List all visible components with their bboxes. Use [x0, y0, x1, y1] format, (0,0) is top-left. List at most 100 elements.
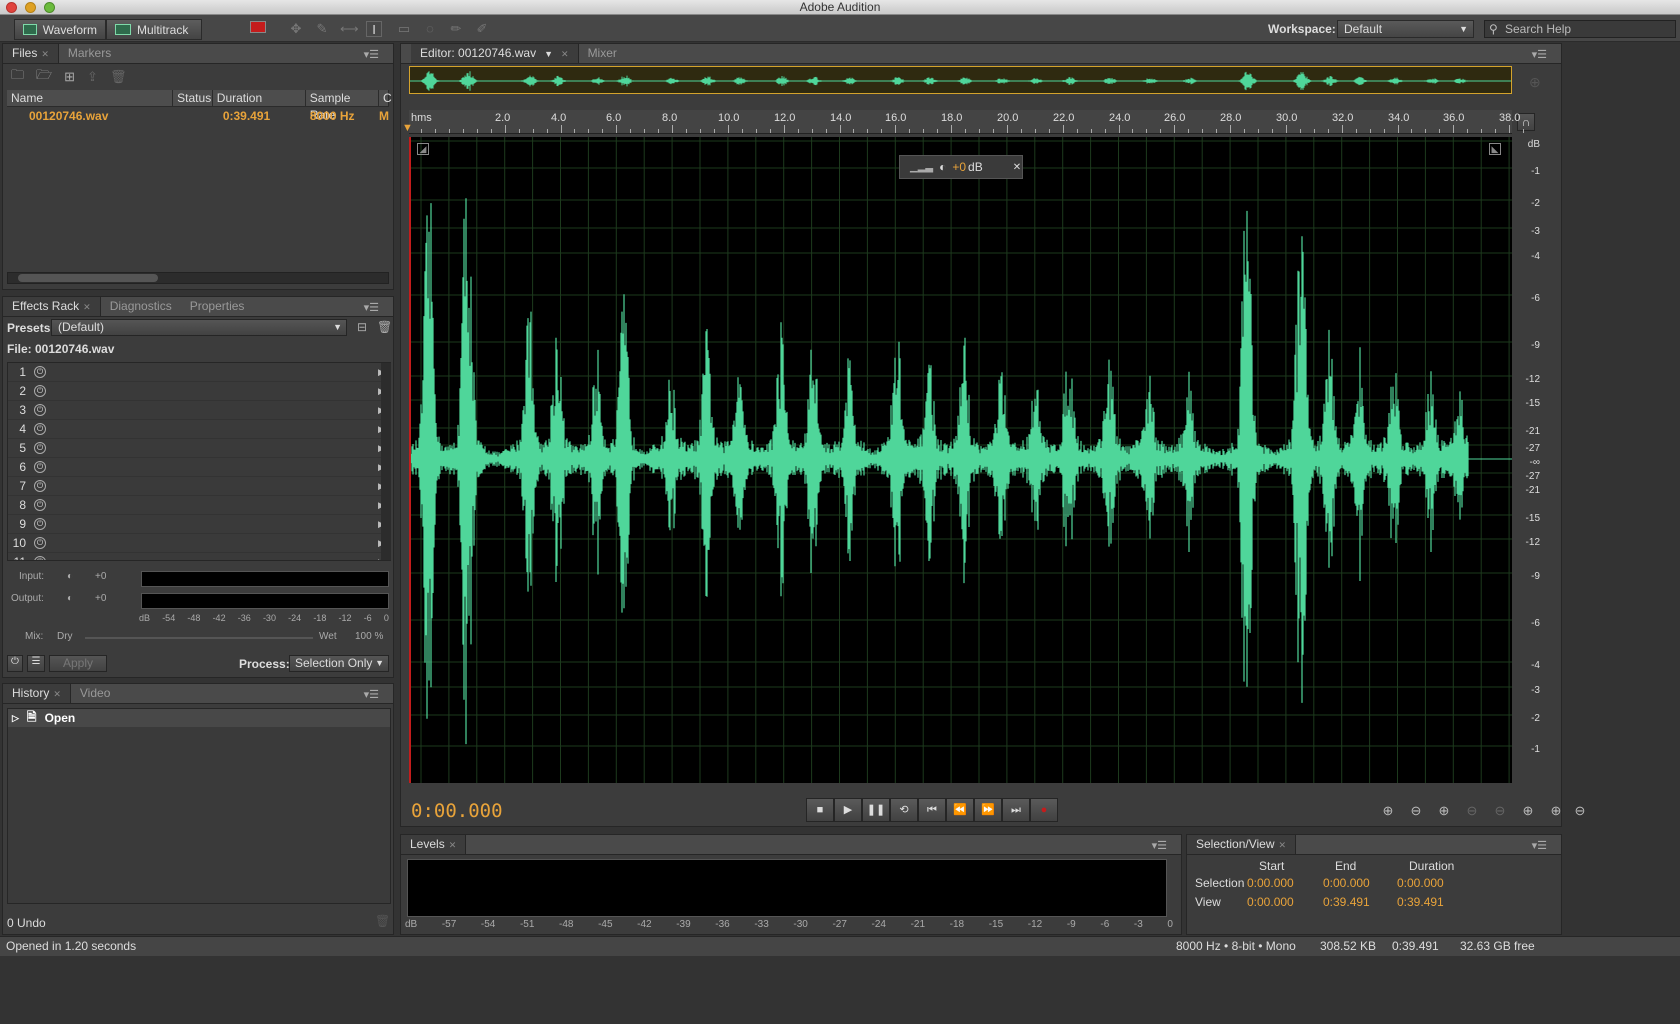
- open-folder-icon[interactable]: 🗀: [11, 66, 24, 88]
- zoom-selection-icon[interactable]: ⊕: [1516, 803, 1540, 819]
- input-gain[interactable]: +0: [95, 571, 106, 582]
- panel-menu-icon[interactable]: ▾☰: [1152, 839, 1167, 852]
- save-preset-icon[interactable]: ⊟: [357, 320, 367, 334]
- power-icon[interactable]: ⏻: [34, 499, 46, 511]
- hud-volume[interactable]: ▁▂▃ ◐ +0 dB ✕: [899, 155, 1023, 179]
- tab-video[interactable]: Video: [71, 684, 119, 703]
- insert-icon[interactable]: ⇪: [87, 69, 98, 85]
- minimize-window-button[interactable]: [25, 2, 36, 13]
- effect-slot[interactable]: 6⏻▶: [8, 458, 390, 477]
- input-knob-icon[interactable]: ◐: [67, 571, 73, 582]
- list-item[interactable]: ▷ 🗎 Open: [8, 709, 390, 727]
- close-window-button[interactable]: [6, 2, 17, 13]
- time-ruler[interactable]: hms 2.0 4.0 6.0 8.0 10.0 12.0 14.0 16.0 18.0 20.0 2…: [409, 110, 1524, 134]
- effect-slot[interactable]: 8⏻▶: [8, 496, 390, 515]
- list-icon[interactable]: ☰: [27, 655, 45, 672]
- tab-properties[interactable]: Properties: [181, 297, 254, 316]
- power-icon[interactable]: ⏻: [34, 461, 46, 473]
- lasso-tool-icon[interactable]: ◌: [422, 21, 438, 37]
- scrollbar-thumb[interactable]: [18, 274, 158, 282]
- effect-slot[interactable]: 4⏻▶: [8, 420, 390, 439]
- brush-tool-icon[interactable]: ✏: [448, 21, 464, 37]
- multitrack-mode-button[interactable]: Multitrack: [106, 19, 202, 40]
- presets-select[interactable]: (Default) ▼: [51, 319, 347, 336]
- zoom-out-point-icon[interactable]: ⊖: [1568, 803, 1592, 819]
- power-icon[interactable]: ⏻: [34, 366, 46, 378]
- fade-in-handle-icon[interactable]: ◢: [417, 143, 429, 155]
- workspace-select[interactable]: Default ▼: [1337, 20, 1474, 38]
- playhead-marker-icon[interactable]: ▼: [402, 122, 414, 134]
- mix-slider[interactable]: [85, 637, 313, 639]
- view-duration[interactable]: 0:39.491: [1397, 895, 1444, 909]
- power-icon[interactable]: ⏻: [34, 537, 46, 549]
- effect-slot[interactable]: 11⏻▶: [8, 553, 390, 560]
- power-icon[interactable]: ⏻: [34, 442, 46, 454]
- trash-icon[interactable]: 🗑: [110, 69, 127, 85]
- pause-button[interactable]: ❚❚: [862, 798, 890, 822]
- marquee-tool-icon[interactable]: ▭: [396, 21, 412, 37]
- trash-icon[interactable]: 🗑: [377, 320, 392, 334]
- new-file-icon[interactable]: ⊞: [64, 69, 75, 85]
- col-sample-rate[interactable]: Sample Rate: [306, 90, 379, 122]
- col-name[interactable]: Name: [7, 90, 174, 106]
- panel-menu-icon[interactable]: ▾☰: [364, 48, 379, 61]
- power-icon[interactable]: ⏻: [34, 423, 46, 435]
- selection-end[interactable]: 0:00.000: [1323, 876, 1370, 890]
- move-tool-icon[interactable]: ✥: [288, 21, 304, 37]
- zoom-in-point-icon[interactable]: ⊕: [1544, 803, 1568, 819]
- col-status[interactable]: Status: [173, 90, 213, 106]
- effect-slot[interactable]: 7⏻▶: [8, 477, 390, 496]
- power-icon[interactable]: ⏻: [34, 556, 46, 560]
- skip-forward-button[interactable]: ⏭: [1002, 798, 1030, 822]
- power-icon[interactable]: ⏻: [34, 385, 46, 397]
- effect-slot[interactable]: 2⏻▶: [8, 382, 390, 401]
- power-icon[interactable]: ⏻: [7, 655, 23, 672]
- tab-effects-rack[interactable]: Effects Rack ✕: [3, 297, 101, 316]
- view-end[interactable]: 0:39.491: [1323, 895, 1370, 909]
- stop-button[interactable]: ■: [806, 798, 834, 822]
- zoom-out-time-icon[interactable]: ⊖: [1460, 803, 1484, 819]
- waveform-display[interactable]: ◢ ◣ ▁▂▃ ◐ +0 dB ✕: [409, 137, 1512, 783]
- selection-duration[interactable]: 0:00.000: [1397, 876, 1444, 890]
- output-gain[interactable]: +0: [95, 593, 106, 604]
- tab-diagnostics[interactable]: Diagnostics: [101, 297, 181, 316]
- col-duration[interactable]: Duration: [213, 90, 306, 106]
- process-select[interactable]: Selection Only ▼: [289, 655, 389, 672]
- tab-files[interactable]: Files ✕: [3, 44, 59, 63]
- loop-button[interactable]: ⟲: [890, 798, 918, 822]
- search-help-input[interactable]: ⚲ Search Help: [1484, 20, 1676, 38]
- apply-button[interactable]: Apply: [49, 655, 107, 672]
- selection-start[interactable]: 0:00.000: [1247, 876, 1294, 890]
- table-row[interactable]: 00120746.wav 0:39.491 8000 Hz M: [7, 107, 389, 125]
- panel-menu-icon[interactable]: ▾☰: [364, 688, 379, 701]
- effect-slot[interactable]: 9⏻▶: [8, 515, 390, 534]
- tab-mixer[interactable]: Mixer: [579, 44, 626, 63]
- current-time[interactable]: 0:00.000: [411, 800, 503, 822]
- panel-menu-icon[interactable]: ▾☰: [364, 301, 379, 314]
- panel-menu-icon[interactable]: ▾☰: [1532, 48, 1547, 61]
- record-button[interactable]: ●: [1030, 798, 1058, 822]
- fast-forward-button[interactable]: ⏩: [974, 798, 1002, 822]
- tab-editor[interactable]: Editor: 00120746.wav ▼ ✕: [411, 44, 579, 63]
- spot-healing-tool-icon[interactable]: ✐: [474, 21, 490, 37]
- effect-slot[interactable]: 1⏻▶: [8, 363, 390, 382]
- output-knob-icon[interactable]: ◐: [67, 593, 73, 604]
- panel-menu-icon[interactable]: ▾☰: [1532, 839, 1547, 852]
- spectral-display-icon[interactable]: [250, 21, 266, 33]
- zoom-selection-icon[interactable]: ⊕: [1529, 74, 1541, 91]
- effect-slot[interactable]: 3⏻▶: [8, 401, 390, 420]
- col-channels[interactable]: C: [379, 90, 392, 106]
- tab-selection-view[interactable]: Selection/View ✕: [1187, 835, 1297, 854]
- zoom-window-button[interactable]: [44, 2, 55, 13]
- view-start[interactable]: 0:00.000: [1247, 895, 1294, 909]
- skip-back-button[interactable]: ⏮: [918, 798, 946, 822]
- waveform-mode-button[interactable]: Waveform: [14, 19, 106, 40]
- overview-navigator[interactable]: [409, 66, 1512, 94]
- power-icon[interactable]: ⏻: [34, 518, 46, 530]
- trash-icon[interactable]: 🗑: [375, 914, 390, 928]
- import-icon[interactable]: 🗁: [36, 66, 52, 88]
- zoom-in-amplitude-icon[interactable]: ⊕: [1376, 803, 1400, 819]
- power-icon[interactable]: ⏻: [34, 404, 46, 416]
- horizontal-scrollbar[interactable]: [7, 272, 389, 284]
- play-button[interactable]: ▶: [834, 798, 862, 822]
